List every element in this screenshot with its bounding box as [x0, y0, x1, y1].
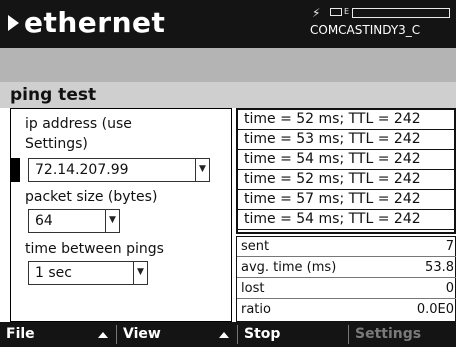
chevron-down-icon[interactable]: ▼ [195, 159, 209, 181]
file-menu-label: File [6, 326, 35, 342]
packet-size-label: packet size (bytes) [25, 189, 158, 205]
list-item: time = 54 ms; TTL = 242 [238, 150, 456, 170]
stat-value: 53.8 [425, 260, 454, 275]
ping-results-list[interactable]: time = 52 ms; TTL = 242 time = 53 ms; TT… [236, 108, 456, 234]
focus-marker [10, 158, 20, 182]
section-title: ping test [10, 85, 97, 105]
chevron-down-icon[interactable]: ▼ [133, 262, 147, 284]
stat-label: ratio [241, 302, 271, 317]
ip-address-label: ip address (use [25, 116, 132, 132]
section-header: ping test [0, 82, 456, 108]
stat-value: 0.0E0 [416, 302, 454, 317]
chevron-up-icon [98, 332, 108, 338]
list-item: time = 52 ms; TTL = 242 [238, 170, 456, 190]
stat-value: 7 [445, 239, 454, 254]
view-menu-button[interactable]: View [117, 322, 237, 347]
stop-button[interactable]: Stop [238, 322, 348, 347]
settings-button[interactable]: Settings [349, 322, 456, 347]
stat-label: sent [241, 239, 270, 254]
stat-value: 0 [445, 281, 454, 296]
ip-address-select[interactable]: 72.14.207.99 ▼ [28, 158, 210, 182]
table-row: sent 7 [237, 237, 456, 257]
file-menu-button[interactable]: File [0, 322, 116, 347]
plug-icon: ⚡ [312, 6, 321, 20]
ip-address-label-cont: Settings) [25, 136, 88, 152]
title-bar: ethernet ⚡ E COMCASTINDY3_C [0, 0, 456, 48]
packet-size-value: 64 [35, 213, 53, 229]
expand-arrow-icon[interactable] [8, 15, 19, 31]
battery-label: E [344, 7, 350, 16]
ping-interval-value: 1 sec [35, 265, 72, 281]
network-name: COMCASTINDY3_C [310, 23, 421, 37]
chevron-down-icon[interactable]: ▼ [105, 210, 119, 232]
status-icons: ⚡ E [312, 6, 456, 20]
table-row: ratio 0.0E0 [237, 300, 456, 320]
bottom-toolbar: File View Stop Settings [0, 322, 456, 347]
list-item: time = 53 ms; TTL = 242 [238, 130, 456, 150]
ping-stats-table: sent 7 avg. time (ms) 53.8 lost 0 ratio … [236, 236, 456, 322]
stat-label: avg. time (ms) [241, 260, 337, 275]
signal-bar-icon [352, 8, 450, 18]
settings-label: Settings [355, 326, 422, 342]
battery-icon [330, 8, 342, 16]
ping-settings-panel: ip address (use Settings) 72.14.207.99 ▼… [10, 108, 232, 322]
stop-label: Stop [244, 326, 281, 342]
list-item: time = 52 ms; TTL = 242 [238, 110, 456, 130]
stat-label: lost [241, 281, 265, 296]
packet-size-select[interactable]: 64 ▼ [28, 209, 120, 233]
chevron-up-icon [219, 332, 229, 338]
app-title: ethernet [24, 6, 166, 39]
list-item: time = 54 ms; TTL = 242 [238, 210, 456, 230]
toolbar-band [0, 48, 456, 82]
ping-interval-select[interactable]: 1 sec ▼ [28, 261, 148, 285]
list-item: time = 57 ms; TTL = 242 [238, 190, 456, 210]
ip-address-value: 72.14.207.99 [35, 162, 129, 178]
ping-interval-label: time between pings [25, 241, 164, 257]
table-row: avg. time (ms) 53.8 [237, 258, 456, 278]
view-menu-label: View [123, 326, 161, 342]
table-row: lost 0 [237, 279, 456, 299]
